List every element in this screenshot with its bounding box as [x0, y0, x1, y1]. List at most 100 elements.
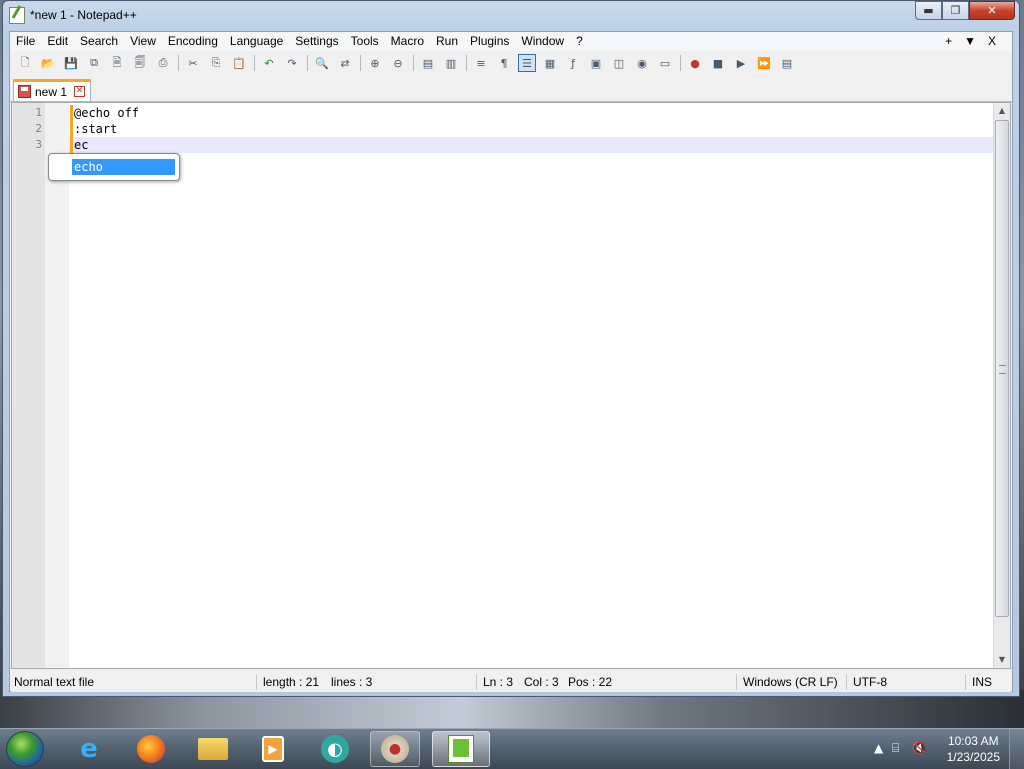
status-eol[interactable]: Windows (CR LF)	[743, 672, 838, 692]
menu-settings[interactable]: Settings	[289, 32, 344, 51]
tab-close-icon[interactable]: ✕	[74, 86, 86, 97]
record-macro-icon[interactable]: ●	[686, 54, 704, 72]
scroll-down-arrow-icon[interactable]: ▼	[994, 652, 1010, 668]
copy-icon[interactable]: ⎘	[207, 54, 225, 72]
menu-macro[interactable]: Macro	[385, 32, 430, 51]
status-pos[interactable]: Pos : 22	[568, 672, 612, 692]
chat-app-icon[interactable]: ◐	[310, 731, 360, 767]
close-all-icon[interactable]: 🗐	[131, 54, 149, 72]
save-icon[interactable]: 💾	[62, 54, 80, 72]
menu-plugins[interactable]: Plugins	[464, 32, 515, 51]
show-hidden-icons-icon[interactable]: ▲	[874, 741, 883, 755]
tab-list-button[interactable]: ▼	[964, 32, 976, 51]
toolbar-separator	[360, 55, 361, 71]
function-list-icon[interactable]: ƒ	[564, 54, 582, 72]
autocomplete-item[interactable]: echo	[55, 159, 175, 175]
menu-edit[interactable]: Edit	[41, 32, 74, 51]
word-wrap-icon[interactable]: ≡	[472, 54, 490, 72]
client-area: File Edit Search View Encoding Language …	[9, 31, 1013, 692]
firefox-glyph	[137, 735, 165, 763]
menu-encoding[interactable]: Encoding	[162, 32, 224, 51]
autocomplete-item-icon	[55, 159, 72, 175]
doc-map-icon[interactable]: ▣	[587, 54, 605, 72]
play-macro-icon[interactable]: ▶	[732, 54, 750, 72]
vertical-scrollbar[interactable]: ▲ ▼	[993, 103, 1010, 668]
save-all-icon[interactable]: ⧉	[85, 54, 103, 72]
menu-search[interactable]: Search	[74, 32, 124, 51]
menu-tools[interactable]: Tools	[345, 32, 385, 51]
monitoring-icon[interactable]: ◉	[633, 54, 651, 72]
save-macro-icon[interactable]: ▤	[778, 54, 796, 72]
autocomplete-item-label: echo	[74, 160, 103, 174]
menu-run[interactable]: Run	[430, 32, 464, 51]
network-icon[interactable]: ⌸	[892, 741, 899, 756]
close-button[interactable]: ✕	[969, 1, 1015, 20]
status-divider	[965, 674, 966, 690]
code-line[interactable]: :start	[74, 121, 117, 137]
redo-icon[interactable]: ↷	[283, 54, 301, 72]
notepad-app-icon[interactable]	[9, 7, 25, 24]
menu-view[interactable]: View	[124, 32, 162, 51]
menu-file[interactable]: File	[10, 32, 41, 51]
stop-record-icon[interactable]: ■	[709, 54, 727, 72]
scroll-grip	[999, 365, 1006, 374]
scroll-thumb[interactable]	[995, 120, 1009, 617]
maximize-button[interactable]: ❐	[942, 1, 969, 20]
cut-icon[interactable]: ✂	[184, 54, 202, 72]
open-file-icon[interactable]: 📂	[39, 54, 57, 72]
find-icon[interactable]: 🔍	[313, 54, 331, 72]
status-encoding[interactable]: UTF-8	[853, 672, 887, 692]
tab-bar: new 1 ✕	[10, 77, 1012, 102]
close-icon[interactable]: 🗎	[108, 54, 126, 72]
window-title: *new 1 - Notepad++	[30, 8, 137, 22]
title-bar[interactable]: *new 1 - Notepad++ ▬ ❐ ✕	[3, 1, 1019, 31]
media-glyph: ▶	[262, 736, 284, 762]
menu-bar: File Edit Search View Encoding Language …	[10, 32, 1012, 51]
toolbar-separator	[254, 55, 255, 71]
paint-icon[interactable]: ●	[370, 731, 420, 767]
zoom-out-icon[interactable]: ⊖	[389, 54, 407, 72]
media-player-icon[interactable]: ▶	[248, 731, 298, 767]
fold-margin[interactable]	[45, 103, 69, 668]
run-macro-multiple-icon[interactable]: ⏩	[755, 54, 773, 72]
clock[interactable]: 10:03 AM 1/23/2025	[947, 733, 1000, 765]
code-line[interactable]: @echo off	[74, 105, 139, 121]
undo-icon[interactable]: ↶	[260, 54, 278, 72]
file-explorer-icon[interactable]	[188, 731, 238, 767]
indent-guide-icon[interactable]: ☰	[518, 54, 536, 72]
chat-glyph: ◐	[321, 735, 349, 763]
paste-icon[interactable]: 📋	[230, 54, 248, 72]
show-all-chars-icon[interactable]: ¶	[495, 54, 513, 72]
print-icon[interactable]: ⎙	[154, 54, 172, 72]
new-tab-button[interactable]: +	[945, 32, 952, 51]
caption-buttons: ▬ ❐ ✕	[915, 1, 1015, 21]
folder-workspace-icon[interactable]: ◫	[610, 54, 628, 72]
text-editor[interactable]: 1 2 3 @echo off :start ec echo ▲ ▼	[11, 102, 1011, 669]
status-insert-mode[interactable]: INS	[972, 672, 992, 692]
zoom-in-icon[interactable]: ⊕	[366, 54, 384, 72]
volume-muted-icon[interactable]: 🔇	[912, 741, 927, 755]
scroll-up-arrow-icon[interactable]: ▲	[994, 103, 1010, 119]
tab-new-1[interactable]: new 1 ✕	[13, 79, 91, 101]
udl-icon[interactable]: ▦	[541, 54, 559, 72]
replace-icon[interactable]: ⇄	[336, 54, 354, 72]
menu-help[interactable]: ?	[570, 32, 589, 51]
sync-vertical-icon[interactable]: ▤	[419, 54, 437, 72]
sync-horizontal-icon[interactable]: ▥	[442, 54, 460, 72]
internet-explorer-icon[interactable]: e	[64, 731, 114, 767]
start-button[interactable]	[6, 731, 44, 767]
status-col[interactable]: Col : 3	[524, 672, 559, 692]
status-ln[interactable]: Ln : 3	[483, 672, 513, 692]
code-line[interactable]: ec	[74, 137, 88, 153]
notepad-glyph-fill	[453, 739, 469, 757]
show-desktop-button[interactable]	[1009, 729, 1024, 769]
doc-list-icon[interactable]: ▭	[656, 54, 674, 72]
firefox-icon[interactable]	[126, 731, 176, 767]
minimize-button[interactable]: ▬	[915, 1, 942, 20]
notepad-plus-plus-taskbar-icon[interactable]	[432, 731, 490, 767]
menu-window[interactable]: Window	[515, 32, 570, 51]
close-doc-button[interactable]: X	[988, 32, 996, 51]
menu-language[interactable]: Language	[224, 32, 289, 51]
toolbar-separator	[307, 55, 308, 71]
new-file-icon[interactable]: 🗋	[16, 54, 34, 72]
